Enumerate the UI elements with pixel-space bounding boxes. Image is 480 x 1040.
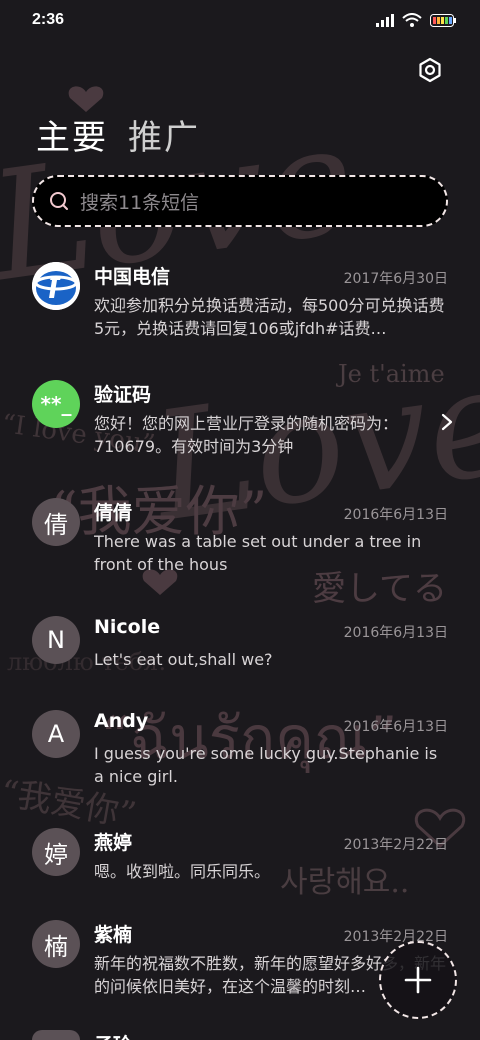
message-preview: 嗯。收到啦。同乐同乐。 (94, 862, 271, 881)
wifi-icon (402, 13, 422, 27)
avatar: **_ (32, 380, 80, 428)
contact-name: Nicole (94, 616, 161, 638)
gear-icon[interactable] (416, 56, 444, 84)
conversation-row[interactable]: 倩 倩倩 2016年6月13日 There was a table set ou… (0, 490, 480, 600)
avatar: 楠 (32, 920, 80, 968)
avatar (32, 262, 80, 310)
contact-name: 子玲 (94, 1030, 132, 1040)
contact-name: 中国电信 (94, 266, 171, 288)
status-bar: 2:36 (0, 0, 480, 44)
message-date: 2017年6月30日 (343, 271, 448, 287)
message-date: 2016年6月13日 (343, 719, 448, 735)
avatar: 婷 (32, 828, 80, 876)
message-preview: I guess you're some lucky guy.Stephanie … (94, 744, 438, 786)
tab-promotions[interactable]: 推广 (128, 110, 200, 159)
telecom-logo-icon (32, 262, 80, 310)
signal-icon (376, 13, 394, 27)
conversation-row[interactable]: 子玲 (0, 1030, 480, 1040)
avatar: N (32, 616, 80, 664)
search-placeholder: 搜索11条短信 (80, 191, 200, 214)
message-date: 2016年6月13日 (343, 507, 448, 523)
message-preview: 欢迎参加积分兑换话费活动，每500分可兑换话费5元，兑换话费请回复106或jfd… (94, 296, 445, 338)
message-date: 2013年2月22日 (343, 837, 448, 853)
contact-name: 燕婷 (94, 832, 133, 854)
search-icon (50, 192, 68, 210)
battery-icon (430, 13, 456, 27)
message-preview: 您好！您的网上营业厅登录的随机密码为：710679。有效时间为3分钟 (94, 414, 399, 456)
message-date: 2016年6月13日 (343, 625, 448, 641)
heart-decoration (68, 86, 104, 112)
message-preview: There was a table set out under a tree i… (94, 532, 422, 574)
contact-name: Andy (94, 710, 149, 732)
contact-name: 紫楠 (94, 924, 133, 946)
avatar (32, 1030, 80, 1040)
contact-name: 验证码 (94, 384, 152, 406)
status-icons (376, 13, 456, 27)
compose-button[interactable] (379, 941, 457, 1019)
contact-name: 倩倩 (94, 502, 133, 524)
tab-bar: 主要 推广 (36, 110, 200, 159)
avatar: A (32, 710, 80, 758)
conversation-row[interactable]: A Andy 2016年6月13日 I guess you're some lu… (0, 702, 480, 812)
plus-icon (404, 966, 432, 994)
tab-primary[interactable]: 主要 (36, 110, 108, 159)
message-preview: Let's eat out,shall we? (94, 650, 273, 669)
search-bar[interactable]: 搜索11条短信 (32, 175, 448, 227)
status-time: 2:36 (32, 11, 65, 28)
chevron-right-icon[interactable] (440, 412, 454, 432)
conversation-row[interactable]: **_ 验证码 您好！您的网上营业厅登录的随机密码为：710679。有效时间为3… (0, 372, 480, 482)
avatar: 倩 (32, 498, 80, 546)
conversation-row[interactable]: 中国电信 2017年6月30日 欢迎参加积分兑换话费活动，每500分可兑换话费5… (0, 254, 480, 364)
